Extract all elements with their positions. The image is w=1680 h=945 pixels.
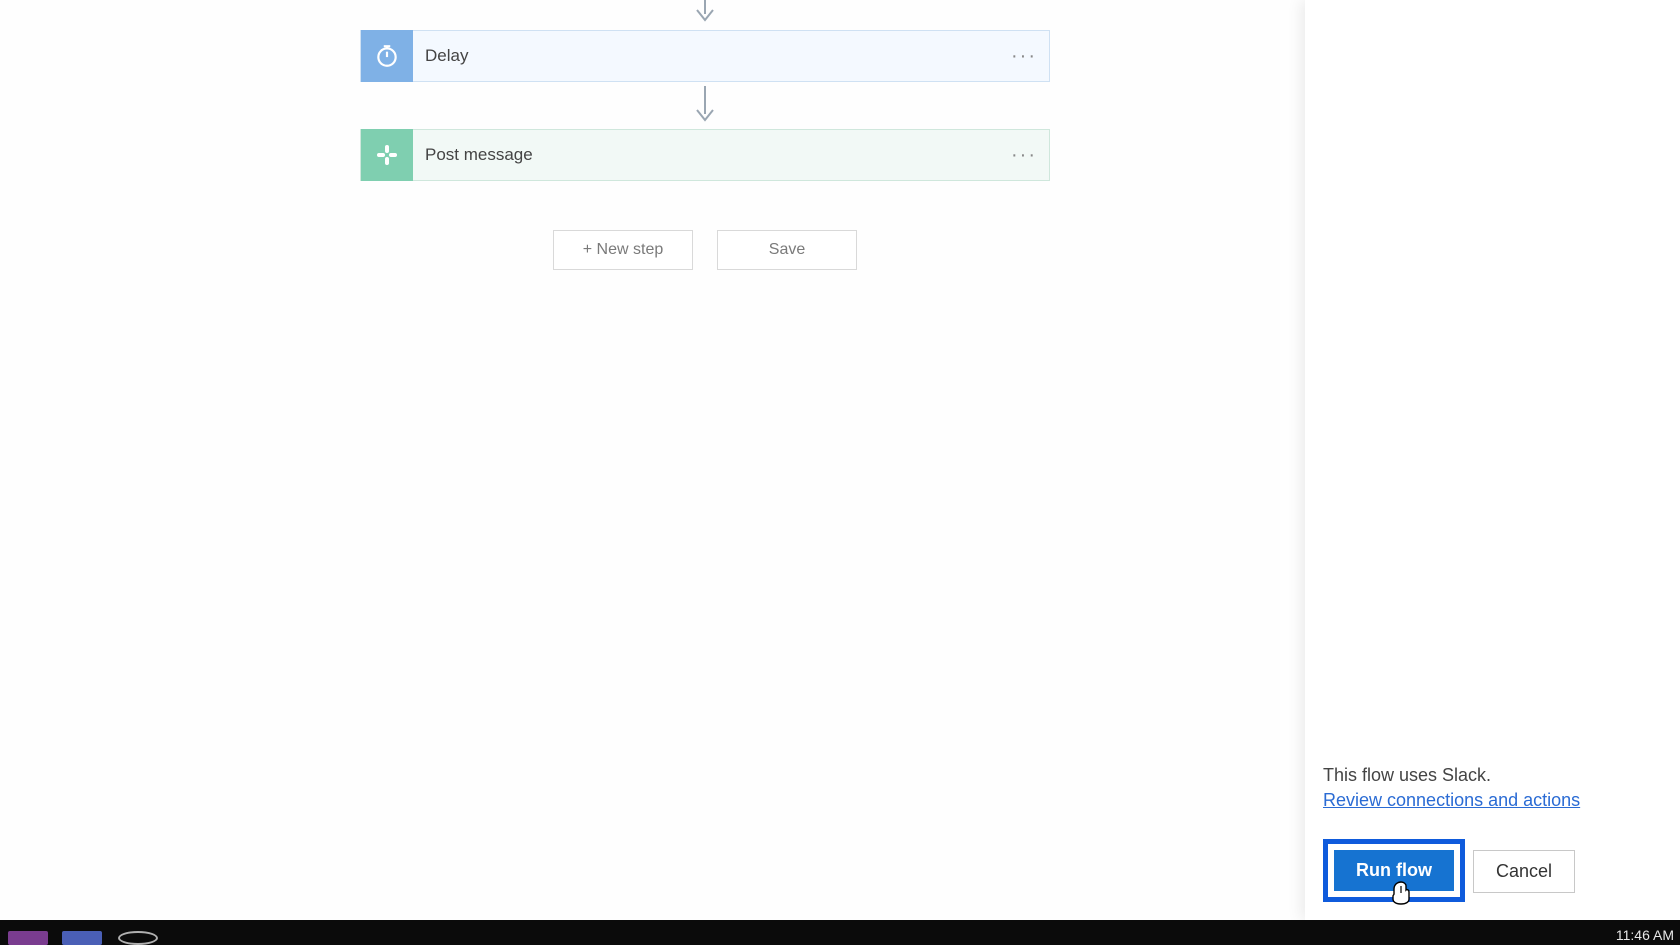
flow-canvas-area: Delay ··· Post message ···	[0, 0, 1305, 920]
run-flow-highlight: Run flow	[1323, 839, 1465, 902]
timer-icon	[361, 30, 413, 82]
new-step-button[interactable]: + New step	[553, 230, 693, 270]
flow-step-title: Post message	[413, 145, 999, 165]
step-more-menu[interactable]: ···	[999, 144, 1049, 167]
flow-canvas[interactable]: Delay ··· Post message ···	[0, 0, 1305, 920]
taskbar-app-icon[interactable]	[62, 931, 102, 945]
flow-step-post-message[interactable]: Post message ···	[360, 129, 1050, 181]
step-more-menu[interactable]: ···	[999, 45, 1049, 68]
taskbar-clock: 11:46 AM	[1616, 927, 1674, 943]
run-flow-panel: This flow uses Slack. Review connections…	[1305, 0, 1680, 920]
flow-step-delay[interactable]: Delay ···	[360, 30, 1050, 82]
run-flow-button[interactable]: Run flow	[1334, 850, 1454, 891]
save-button[interactable]: Save	[717, 230, 857, 270]
connector-arrow	[693, 86, 717, 128]
review-connections-link[interactable]: Review connections and actions	[1323, 790, 1580, 811]
slack-icon	[361, 129, 413, 181]
flow-step-title: Delay	[413, 46, 999, 66]
taskbar: 11:46 AM	[0, 920, 1680, 945]
connector-arrow	[693, 0, 717, 28]
canvas-buttons: + New step Save	[553, 230, 857, 270]
panel-footer: This flow uses Slack. Review connections…	[1323, 765, 1663, 902]
taskbar-app-icon[interactable]	[118, 931, 158, 945]
taskbar-app-icon[interactable]	[8, 931, 48, 945]
cancel-button[interactable]: Cancel	[1473, 850, 1575, 893]
panel-info-text: This flow uses Slack.	[1323, 765, 1663, 786]
panel-buttons: Run flow Cancel	[1323, 839, 1663, 902]
